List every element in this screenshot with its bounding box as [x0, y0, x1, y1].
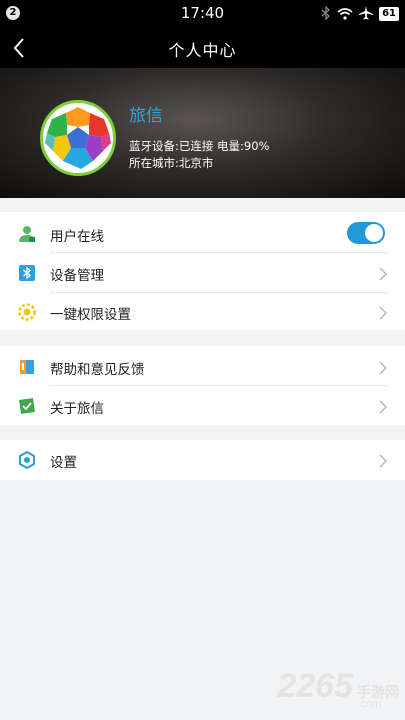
- bluetooth-status-icon: [321, 4, 331, 24]
- gear-flower-icon: [18, 303, 36, 321]
- toggle-knob: [365, 224, 383, 242]
- watermark-number: 2265: [277, 667, 353, 705]
- watermark-domain: .com: [357, 699, 382, 710]
- back-button[interactable]: [6, 34, 34, 62]
- menu-group-account: 用户在线 设备管理 一键权限设置: [0, 212, 405, 330]
- page-title: 个人中心: [168, 41, 237, 60]
- menu-item-device-management[interactable]: 设备管理: [0, 253, 405, 292]
- about-icon: [18, 397, 36, 415]
- menu-item-about[interactable]: 关于旅信: [0, 386, 405, 425]
- watermark-side: 手游网 .com: [357, 686, 399, 710]
- soccer-ball-logo-icon: [45, 107, 111, 169]
- menu-item-label: 设置: [50, 455, 77, 471]
- menu-item-user-online: 用户在线: [0, 214, 405, 253]
- chevron-right-icon: [379, 453, 388, 468]
- user-online-toggle[interactable]: [347, 222, 385, 244]
- nav-bar: 个人中心: [0, 28, 405, 68]
- menu-item-label: 一键权限设置: [50, 307, 131, 323]
- battery-level: 61: [379, 7, 399, 21]
- menu-item-label: 关于旅信: [50, 401, 104, 417]
- chevron-right-icon: [379, 266, 388, 281]
- user-name: 旅信: [129, 106, 163, 126]
- menu-group-settings: 设置: [0, 440, 405, 480]
- help-book-icon: [18, 358, 36, 376]
- city-text: 所在城市:北京市: [129, 156, 214, 170]
- menu-item-settings[interactable]: 设置: [0, 440, 405, 479]
- chevron-left-icon: [13, 38, 24, 58]
- menu-item-help-feedback[interactable]: 帮助和意见反馈: [0, 347, 405, 386]
- chevron-right-icon: [379, 305, 388, 320]
- chevron-right-icon: [379, 399, 388, 414]
- menu-item-label: 帮助和意见反馈: [50, 362, 145, 378]
- profile-header: 旅信 蓝牙设备:已连接 电量:90% 所在城市:北京市: [0, 68, 405, 198]
- watermark: 2265 手游网 .com: [277, 667, 399, 710]
- device-status-text: 蓝牙设备:已连接 电量:90%: [129, 139, 270, 153]
- menu-item-label: 用户在线: [50, 229, 104, 245]
- menu-item-permission-setup[interactable]: 一键权限设置: [0, 292, 405, 331]
- status-icons: 61: [321, 4, 399, 24]
- watermark-site: 手游网: [357, 685, 399, 701]
- bluetooth-icon: [18, 264, 36, 282]
- user-online-icon: [18, 225, 36, 243]
- avatar[interactable]: [40, 100, 116, 176]
- status-bar: 2 17:40 61: [0, 0, 405, 28]
- chevron-right-icon: [379, 360, 388, 375]
- settings-icon: [18, 450, 36, 470]
- menu-group-help: 帮助和意见反馈 关于旅信: [0, 346, 405, 425]
- menu-item-label: 设备管理: [50, 268, 104, 284]
- wifi-icon: [337, 5, 353, 24]
- airplane-icon: [359, 5, 374, 24]
